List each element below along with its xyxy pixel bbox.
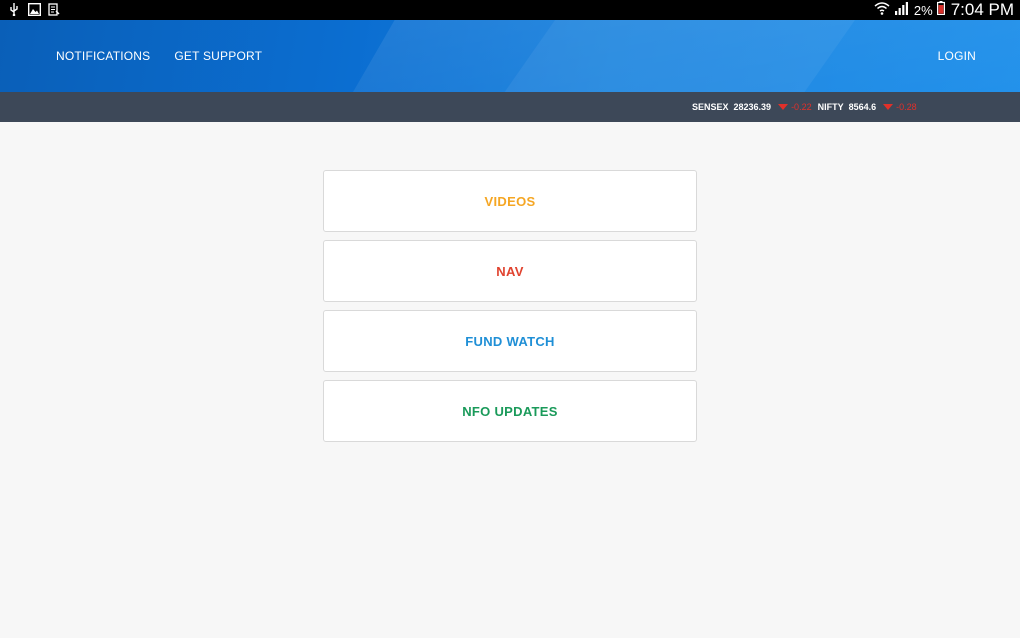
ticker-value-sensex: 28236.39 — [733, 102, 772, 112]
header-nav-left: NOTIFICATIONS GET SUPPORT — [56, 20, 262, 92]
status-bar-left — [8, 2, 60, 17]
header-nav-right: LOGIN — [938, 20, 976, 92]
login-link[interactable]: LOGIN — [938, 49, 976, 63]
app-header: NOTIFICATIONS GET SUPPORT LOGIN — [0, 20, 1020, 92]
down-arrow-icon — [778, 104, 789, 110]
signal-icon — [894, 1, 910, 20]
wifi-icon — [874, 1, 890, 20]
videos-button[interactable]: VIDEOS — [323, 170, 697, 232]
ticker-items: SENSEX 28236.39 -0.22 NIFTY 8564.6 -0.28 — [692, 92, 923, 122]
nav-button[interactable]: NAV — [323, 240, 697, 302]
status-bar-right: 2% 7:04 PM — [874, 0, 1014, 20]
down-arrow-icon — [883, 104, 894, 110]
clock: 7:04 PM — [950, 0, 1014, 19]
battery-icon — [936, 0, 945, 20]
image-icon — [27, 2, 42, 17]
market-ticker: SENSEX 28236.39 -0.22 NIFTY 8564.6 -0.28 — [0, 92, 1020, 122]
battery-percent: 2% — [913, 2, 933, 18]
fund-watch-button[interactable]: FUND WATCH — [323, 310, 697, 372]
ticker-value-nifty: 8564.6 — [848, 102, 877, 112]
clipboard-icon — [48, 3, 60, 16]
usb-icon — [8, 3, 20, 17]
ticker-name-nifty: NIFTY — [817, 102, 844, 112]
ticker-change-nifty: -0.28 — [896, 102, 917, 112]
get-support-link[interactable]: GET SUPPORT — [174, 49, 262, 63]
ticker-name-sensex: SENSEX — [692, 102, 729, 112]
nfo-updates-button[interactable]: NFO UPDATES — [323, 380, 697, 442]
main-menu: VIDEOS NAV FUND WATCH NFO UPDATES — [323, 170, 697, 450]
ticker-change-sensex: -0.22 — [791, 102, 812, 112]
status-bar: 2% 7:04 PM — [0, 0, 1020, 20]
notifications-link[interactable]: NOTIFICATIONS — [56, 49, 150, 63]
